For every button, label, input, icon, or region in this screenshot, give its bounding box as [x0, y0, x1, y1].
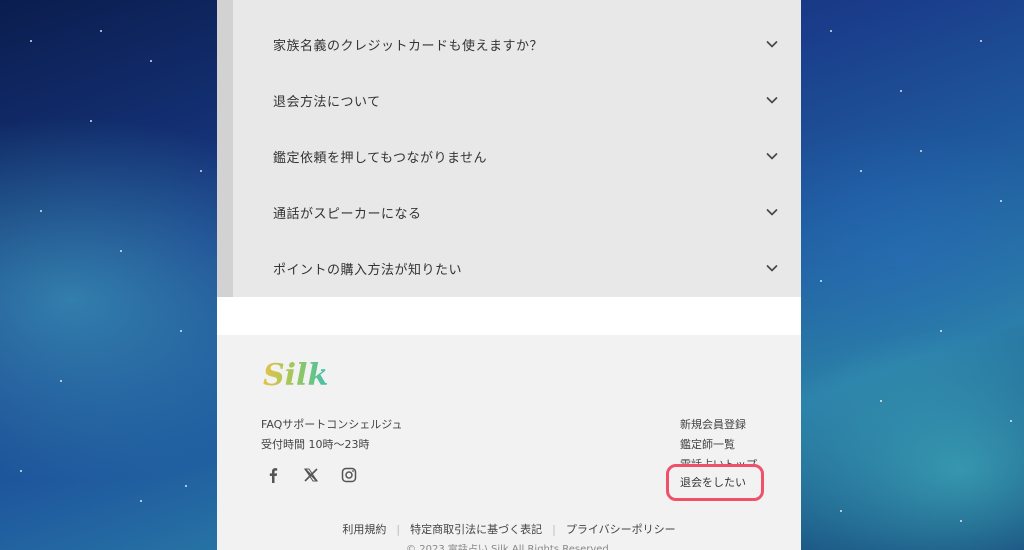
legal-links: 利用規約 | 特定商取引法に基づく表記 | プライバシーポリシー — [217, 521, 801, 537]
copyright: © 2023 電話占い Silk All Rights Reserved. — [406, 544, 612, 550]
faq-question: 家族名義のクレジットカードも使えますか？ — [273, 38, 544, 54]
faq-question: 退会方法について — [273, 94, 381, 110]
concierge-name: FAQサポートコンシェルジュ — [261, 418, 403, 431]
social-links — [265, 467, 357, 483]
support-info: FAQサポートコンシェルジュ 受付時間 10時〜23時 — [261, 415, 403, 455]
withdraw-link[interactable]: 退会をしたい — [680, 474, 746, 490]
logo-text: Silk — [263, 358, 328, 393]
terms-link[interactable]: 利用規約 — [342, 523, 386, 536]
chevron-down-icon — [766, 264, 778, 272]
commerce-law-link[interactable]: 特定商取引法に基づく表記 — [410, 523, 542, 536]
faq-item[interactable]: 鑑定依頼を押してもつながりません — [233, 128, 801, 184]
faq-question: 鑑定依頼を押してもつながりません — [273, 150, 488, 166]
site-footer: Silk FAQサポートコンシェルジュ 受付時間 10時〜23時 新規会員登録 … — [217, 335, 801, 550]
chevron-down-icon — [766, 152, 778, 160]
faq-item[interactable]: ポイントの購入方法が知りたい — [233, 240, 801, 296]
faq-item[interactable]: 退会方法について — [233, 72, 801, 128]
faq-item[interactable]: 家族名義のクレジットカードも使えますか？ — [233, 16, 801, 72]
separator: | — [552, 523, 556, 536]
faq-question: ポイントの購入方法が知りたい — [273, 262, 463, 278]
footer-links: 新規会員登録 鑑定師一覧 電話占いトップ — [680, 415, 757, 467]
faq-question: 通話がスピーカーになる — [273, 206, 422, 222]
x-icon[interactable] — [303, 467, 319, 483]
fortune-tellers-link[interactable]: 鑑定師一覧 — [680, 435, 757, 455]
chevron-down-icon — [766, 96, 778, 104]
facebook-icon[interactable] — [265, 467, 281, 483]
instagram-icon[interactable] — [341, 467, 357, 483]
chevron-down-icon — [766, 208, 778, 216]
faq-item[interactable]: 通話がスピーカーになる — [233, 184, 801, 240]
silk-logo[interactable]: Silk — [261, 351, 341, 395]
privacy-policy-link[interactable]: プライバシーポリシー — [566, 523, 676, 536]
support-hours: 受付時間 10時〜23時 — [261, 438, 370, 451]
content-panel: 家族名義のクレジットカードも使えますか？ 退会方法について 鑑定依頼を押してもつ… — [217, 0, 801, 550]
chevron-down-icon — [766, 40, 778, 48]
faq-list: 家族名義のクレジットカードも使えますか？ 退会方法について 鑑定依頼を押してもつ… — [217, 0, 801, 297]
register-link[interactable]: 新規会員登録 — [680, 415, 757, 435]
separator: | — [396, 523, 401, 536]
